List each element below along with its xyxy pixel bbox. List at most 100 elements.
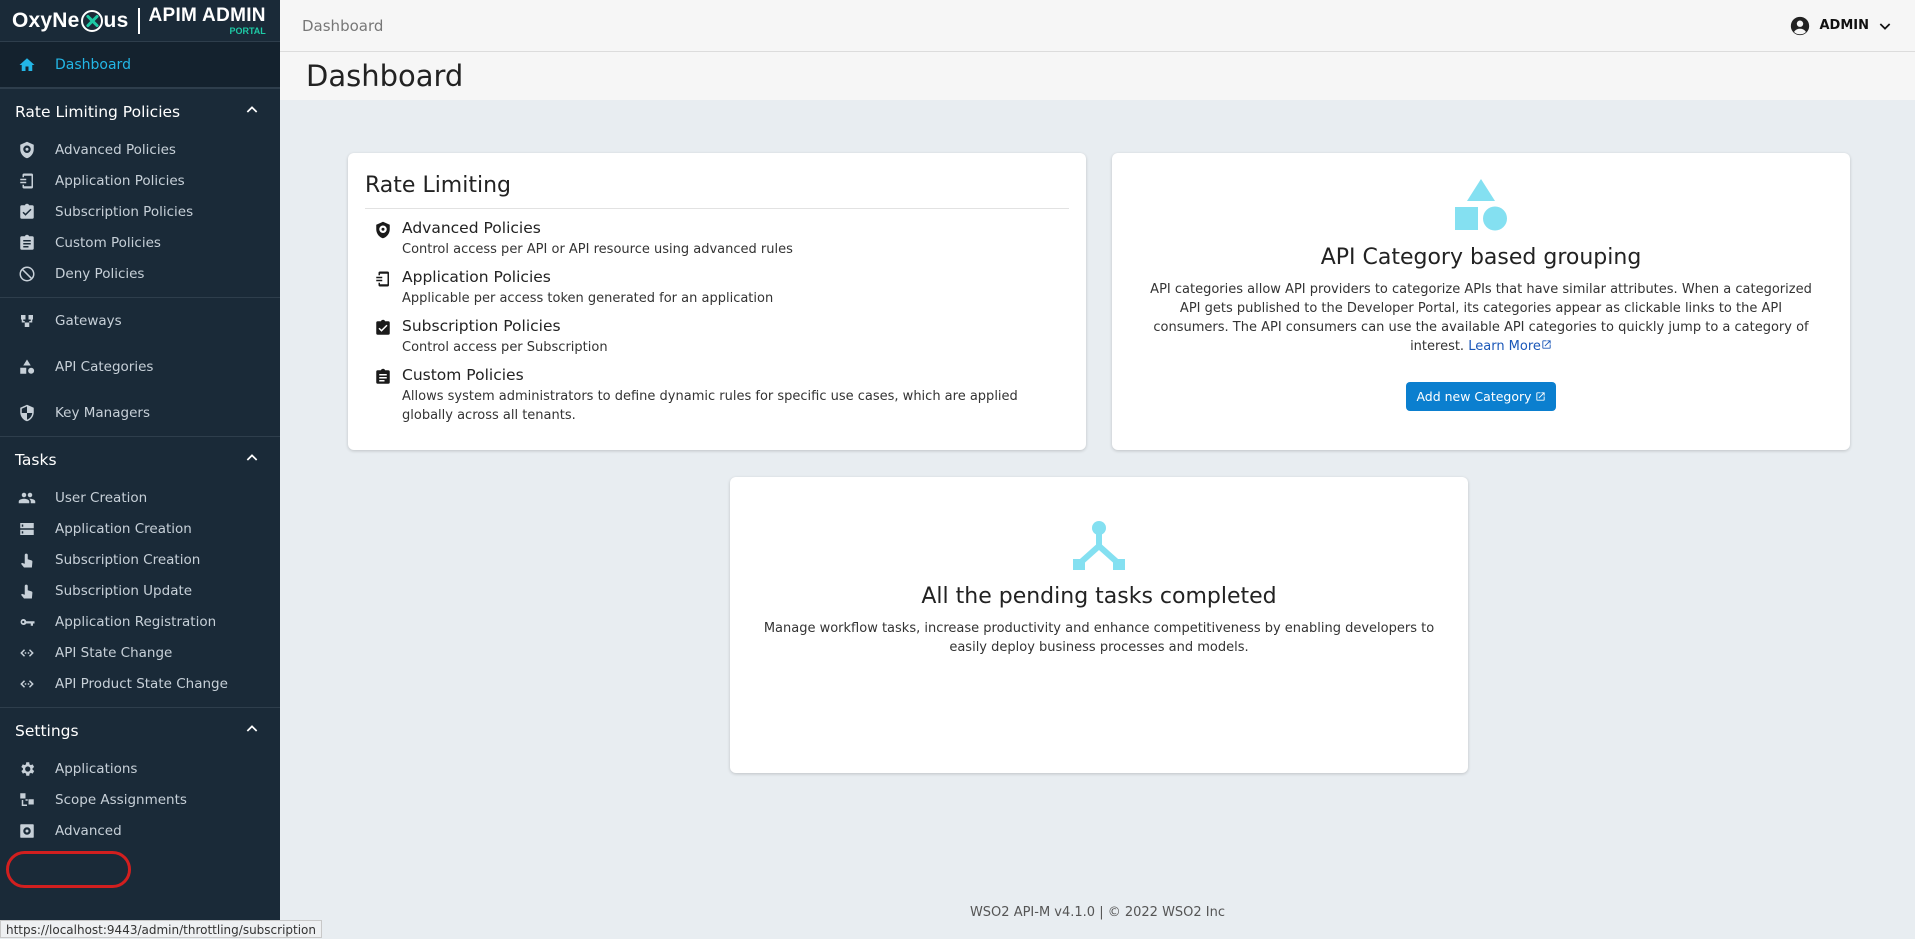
- section-title: Tasks: [15, 450, 57, 469]
- workflow-icon: [1073, 521, 1125, 570]
- sidebar-item-user-creation[interactable]: User Creation: [0, 482, 280, 513]
- sidebar-item-label: Subscription Creation: [55, 551, 201, 568]
- sidebar-item-advanced-policies[interactable]: Advanced Policies: [0, 134, 280, 165]
- api-category-card: API Category based grouping API categori…: [1112, 153, 1850, 450]
- sidebar-item-key-managers[interactable]: Key Managers: [0, 390, 280, 436]
- sidebar-item-application-registration[interactable]: Application Registration: [0, 606, 280, 637]
- sidebar-item-api-state-change[interactable]: API State Change: [0, 637, 280, 668]
- sidebar-item-scope-assignments[interactable]: Scope Assignments: [0, 784, 280, 815]
- section-title: Settings: [15, 721, 79, 740]
- sidebar-item-label: Advanced Policies: [55, 141, 176, 158]
- custom-policy-icon: [374, 368, 392, 386]
- tasks-group: User Creation Application Creation Subsc…: [0, 482, 280, 707]
- chevron-down-icon: [1879, 22, 1891, 30]
- page-title: Dashboard: [306, 59, 464, 93]
- sidebar-item-application-creation[interactable]: Application Creation: [0, 513, 280, 544]
- sidebar-item-label: Custom Policies: [55, 234, 161, 251]
- sidebar-item-label: Gateways: [55, 313, 122, 329]
- subscription-policy-icon: [16, 201, 38, 223]
- categories-icon: [16, 356, 38, 378]
- sidebar-item-label: API Categories: [55, 359, 154, 375]
- top-bar: Dashboard ADMIN: [280, 0, 1915, 52]
- rate-row-name[interactable]: Subscription Policies: [402, 317, 608, 335]
- application-policy-icon: [374, 270, 392, 288]
- sidebar-item-subscription-policies[interactable]: Subscription Policies: [0, 196, 280, 227]
- application-creation-icon: [16, 518, 38, 540]
- sidebar-item-deny-policies[interactable]: Deny Policies: [0, 258, 280, 289]
- subscription-update-icon: [16, 580, 38, 602]
- section-rate-limiting-policies[interactable]: Rate Limiting Policies: [0, 88, 280, 134]
- sidebar-item-gateways[interactable]: Gateways: [0, 298, 280, 344]
- sidebar-item-label: Application Policies: [55, 172, 185, 189]
- chevron-up-icon[interactable]: [244, 450, 260, 470]
- sidebar-item-label: User Creation: [55, 489, 148, 506]
- settings-group: Applications Scope Assignments Advanced: [0, 753, 280, 854]
- rate-row-application-policies[interactable]: Application Policies Applicable per acce…: [365, 268, 1069, 308]
- sidebar-item-applications[interactable]: Applications: [0, 753, 280, 784]
- advanced-policy-icon: [16, 139, 38, 161]
- button-label: Add new Category: [1416, 389, 1532, 404]
- sidebar-item-label: Advanced: [55, 822, 122, 839]
- user-menu[interactable]: ADMIN: [1789, 15, 1893, 37]
- card-description: Manage workflow tasks, increase producti…: [763, 621, 1435, 655]
- sidebar-item-label: API Product State Change: [55, 675, 228, 692]
- rate-row-subscription-policies[interactable]: Subscription Policies Control access per…: [365, 317, 1069, 357]
- logo[interactable]: OxyNe us APIM ADMIN PORTAL: [0, 0, 280, 42]
- external-link-icon: [1542, 340, 1551, 349]
- status-bar-url: https://localhost:9443/admin/throttling/…: [0, 920, 323, 938]
- rate-row-custom-policies[interactable]: Custom Policies Allows system administra…: [365, 366, 1069, 425]
- scope-icon: [16, 789, 38, 811]
- categories-icon: [1455, 179, 1507, 231]
- chevron-up-icon[interactable]: [244, 721, 260, 741]
- add-category-button[interactable]: Add new Category: [1406, 382, 1556, 411]
- subscription-policy-icon: [374, 319, 392, 337]
- rate-row-name[interactable]: Advanced Policies: [402, 219, 793, 237]
- subscription-creation-icon: [16, 549, 38, 571]
- card-description: API categories allow API providers to ca…: [1112, 280, 1850, 356]
- rate-row-advanced-policies[interactable]: Advanced Policies Control access per API…: [365, 219, 1069, 259]
- sidebar-item-label: API State Change: [55, 644, 173, 661]
- card-title: Rate Limiting: [365, 173, 1069, 209]
- section-tasks[interactable]: Tasks: [0, 436, 280, 482]
- sidebar-item-custom-policies[interactable]: Custom Policies: [0, 227, 280, 258]
- sidebar-item-subscription-update[interactable]: Subscription Update: [0, 575, 280, 606]
- sidebar-item-subscription-creation[interactable]: Subscription Creation: [0, 544, 280, 575]
- sidebar-item-api-product-state-change[interactable]: API Product State Change: [0, 668, 280, 699]
- sidebar-item-dashboard[interactable]: Dashboard: [0, 42, 280, 88]
- product-state-change-icon: [16, 673, 38, 695]
- card-title: API Category based grouping: [1320, 245, 1642, 270]
- rate-row-desc: Control access per Subscription: [402, 340, 608, 355]
- home-icon: [16, 54, 38, 76]
- rate-row-desc: Allows system administrators to define d…: [402, 389, 1018, 423]
- rate-row-desc: Control access per API or API resource u…: [402, 242, 793, 257]
- rate-row-desc: Applicable per access token generated fo…: [402, 291, 774, 306]
- sidebar-item-label: Scope Assignments: [55, 791, 187, 808]
- gear-icon: [16, 758, 38, 780]
- section-settings[interactable]: Settings: [0, 707, 280, 753]
- gateways-icon: [16, 310, 38, 332]
- sidebar-item-label: Subscription Policies: [55, 203, 194, 220]
- custom-policy-icon: [16, 232, 38, 254]
- product-title: APIM ADMIN: [148, 4, 266, 26]
- page-header: Dashboard: [280, 52, 1915, 100]
- users-icon: [16, 487, 38, 509]
- state-change-icon: [16, 642, 38, 664]
- rate-limiting-card: Rate Limiting Advanced Policies Control …: [348, 153, 1086, 450]
- rate-row-name[interactable]: Application Policies: [402, 268, 773, 286]
- learn-more-link[interactable]: Learn More: [1468, 339, 1552, 354]
- footer: WSO2 API-M v4.1.0 | © 2022 WSO2 Inc: [969, 905, 1226, 920]
- product-name: APIM ADMIN PORTAL: [148, 6, 265, 36]
- rate-row-name[interactable]: Custom Policies: [402, 366, 1069, 384]
- rate-limiting-group: Advanced Policies Application Policies S…: [0, 134, 280, 297]
- sidebar-item-label: Application Registration: [55, 613, 217, 630]
- breadcrumb: Dashboard: [302, 16, 384, 35]
- chevron-up-icon[interactable]: [244, 102, 260, 122]
- brand-name-part1: OxyNe: [12, 8, 80, 32]
- sidebar-item-application-policies[interactable]: Application Policies: [0, 165, 280, 196]
- sidebar-item-api-categories[interactable]: API Categories: [0, 344, 280, 390]
- sidebar: OxyNe us APIM ADMIN PORTAL Dashboard Rate…: [0, 0, 280, 938]
- brand-x-icon: [80, 9, 103, 32]
- application-policy-icon: [16, 170, 38, 192]
- sidebar-item-advanced[interactable]: Advanced: [0, 815, 280, 846]
- logo-divider: [138, 7, 141, 34]
